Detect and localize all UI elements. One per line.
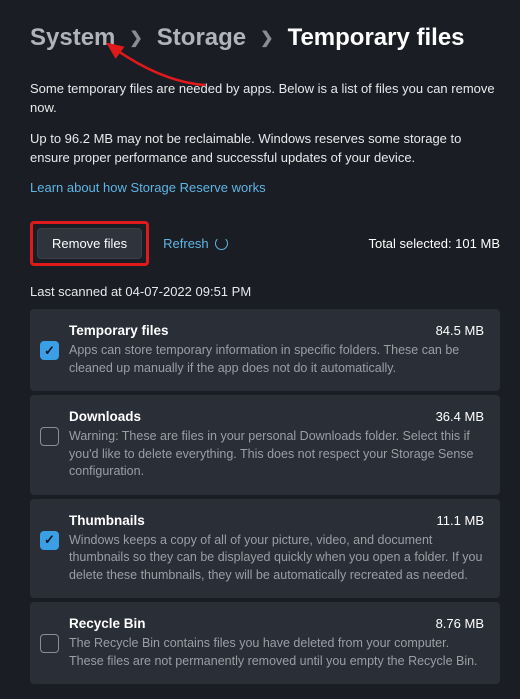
remove-files-button[interactable]: Remove files xyxy=(37,228,142,259)
last-scanned: Last scanned at 04-07-2022 09:51 PM xyxy=(30,284,500,299)
category-title: Thumbnails xyxy=(69,513,145,528)
file-category-item: Recycle Bin 8.76 MB The Recycle Bin contai… xyxy=(30,602,500,684)
category-checkbox[interactable] xyxy=(40,531,59,550)
category-title: Downloads xyxy=(69,409,141,424)
category-title: Temporary files xyxy=(69,323,169,338)
breadcrumb: System ❯ Storage ❯ Temporary files xyxy=(30,24,500,52)
category-description: Apps can store temporary information in … xyxy=(69,342,484,377)
category-checkbox[interactable] xyxy=(40,427,59,446)
chevron-right-icon: ❯ xyxy=(260,28,273,48)
chevron-right-icon: ❯ xyxy=(129,28,142,48)
breadcrumb-system[interactable]: System xyxy=(30,24,115,52)
category-size: 11.1 MB xyxy=(437,513,484,528)
breadcrumb-storage[interactable]: Storage xyxy=(157,24,246,52)
actions-row: Remove files Refresh Total selected: 101… xyxy=(30,221,500,266)
annotation-highlight: Remove files xyxy=(30,221,149,266)
refresh-button[interactable]: Refresh xyxy=(163,236,228,251)
intro-text-2: Up to 96.2 MB may not be reclaimable. Wi… xyxy=(30,130,500,168)
storage-reserve-link[interactable]: Learn about how Storage Reserve works xyxy=(30,180,266,195)
refresh-icon xyxy=(215,237,228,250)
category-description: Warning: These are files in your persona… xyxy=(69,428,484,481)
refresh-label: Refresh xyxy=(163,236,209,251)
category-checkbox[interactable] xyxy=(40,341,59,360)
total-selected: Total selected: 101 MB xyxy=(368,236,500,251)
category-size: 8.76 MB xyxy=(436,616,484,631)
category-description: Windows keeps a copy of all of your pict… xyxy=(69,532,484,585)
breadcrumb-current: Temporary files xyxy=(288,24,465,52)
category-title: Recycle Bin xyxy=(69,616,146,631)
category-size: 84.5 MB xyxy=(436,323,484,338)
file-category-item: Downloads 36.4 MB Warning: These are files… xyxy=(30,395,500,495)
file-category-item: Temporary files 84.5 MB Apps can store tem… xyxy=(30,309,500,391)
category-checkbox[interactable] xyxy=(40,634,59,653)
intro-text-1: Some temporary files are needed by apps.… xyxy=(30,80,500,118)
category-size: 36.4 MB xyxy=(436,409,484,424)
category-description: The Recycle Bin contains files you have … xyxy=(69,635,484,670)
file-category-item: Thumbnails 11.1 MB Windows keeps a copy of… xyxy=(30,499,500,599)
